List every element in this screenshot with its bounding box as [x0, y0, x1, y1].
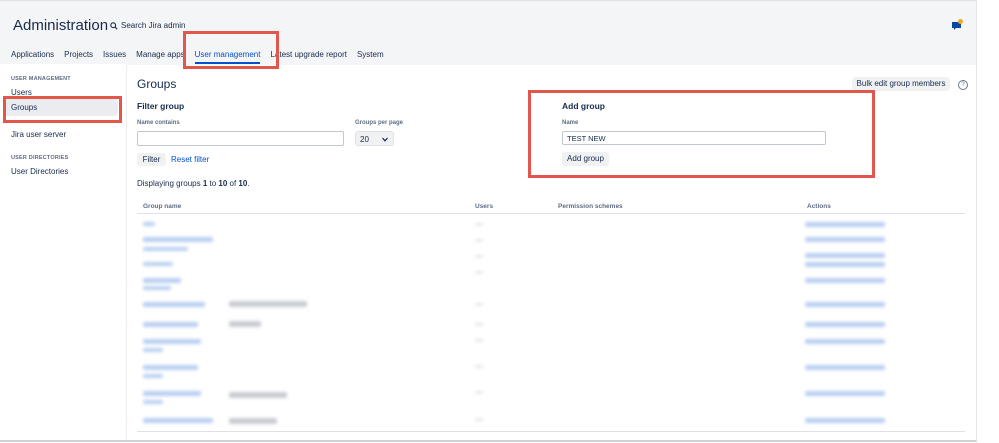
page-title: Administration [13, 17, 109, 34]
sidebar-section-user-directories: USER DIRECTORIES [11, 155, 69, 161]
displaying-total: 10 [238, 179, 248, 188]
name-contains-input[interactable] [137, 131, 344, 146]
search-admin-link[interactable]: Search Jira admin [110, 21, 185, 30]
search-label: Search Jira admin [121, 21, 186, 30]
tab-projects[interactable]: Projects [64, 49, 93, 65]
bulk-edit-button[interactable]: Bulk edit group members [852, 77, 950, 91]
sidebar-item-user-directories[interactable]: User Directories [11, 167, 68, 176]
displaying-of-text: of [227, 179, 239, 188]
tab-manage-apps[interactable]: Manage apps [136, 49, 184, 65]
displaying-to: 10 [218, 179, 228, 188]
tab-issues[interactable]: Issues [103, 49, 126, 65]
highlight-add-group [528, 90, 875, 178]
highlight-groups [3, 96, 122, 123]
help-icon[interactable]: ? [958, 80, 968, 90]
notification-icon[interactable] [951, 19, 963, 31]
sidebar-section-user-management: USER MANAGEMENT [11, 76, 71, 82]
filter-group-heading: Filter group [137, 101, 185, 111]
admin-header: Administration Search Jira admin Applica… [0, 0, 976, 65]
tab-applications[interactable]: Applications [11, 49, 54, 65]
name-contains-label: Name contains [137, 120, 180, 126]
table-bottom-divider [137, 431, 965, 432]
groups-title: Groups [137, 77, 177, 91]
groups-per-page-value: 20 [360, 135, 369, 144]
displaying-count: Displaying groups 1 to 10 of 10. [137, 179, 250, 188]
column-header-permission-schemes: Permission schemes [558, 203, 623, 210]
search-icon [110, 21, 118, 30]
displaying-prefix: Displaying groups [137, 179, 203, 188]
reset-filter-link[interactable]: Reset filter [171, 155, 209, 164]
sidebar-item-jira-user-server[interactable]: Jira user server [11, 130, 66, 139]
groups-per-page-select[interactable]: 20 [355, 131, 394, 146]
blurred-group-rows [137, 215, 965, 435]
filter-button[interactable]: Filter [137, 153, 166, 166]
jira-admin-window: Administration Search Jira admin Applica… [0, 0, 977, 442]
column-header-users: Users [475, 203, 494, 210]
displaying-suffix: . [247, 179, 250, 188]
displaying-to-text: to [207, 179, 219, 188]
groups-per-page-label: Groups per page [355, 120, 404, 126]
highlight-user-management [183, 31, 279, 69]
table-header-divider [137, 213, 965, 214]
tab-system[interactable]: System [357, 49, 384, 65]
chevron-down-icon [382, 137, 388, 142]
column-header-group-name: Group name [143, 203, 182, 210]
column-header-actions: Actions [807, 203, 831, 210]
tab-latest-upgrade-report[interactable]: Latest upgrade report [270, 49, 347, 65]
